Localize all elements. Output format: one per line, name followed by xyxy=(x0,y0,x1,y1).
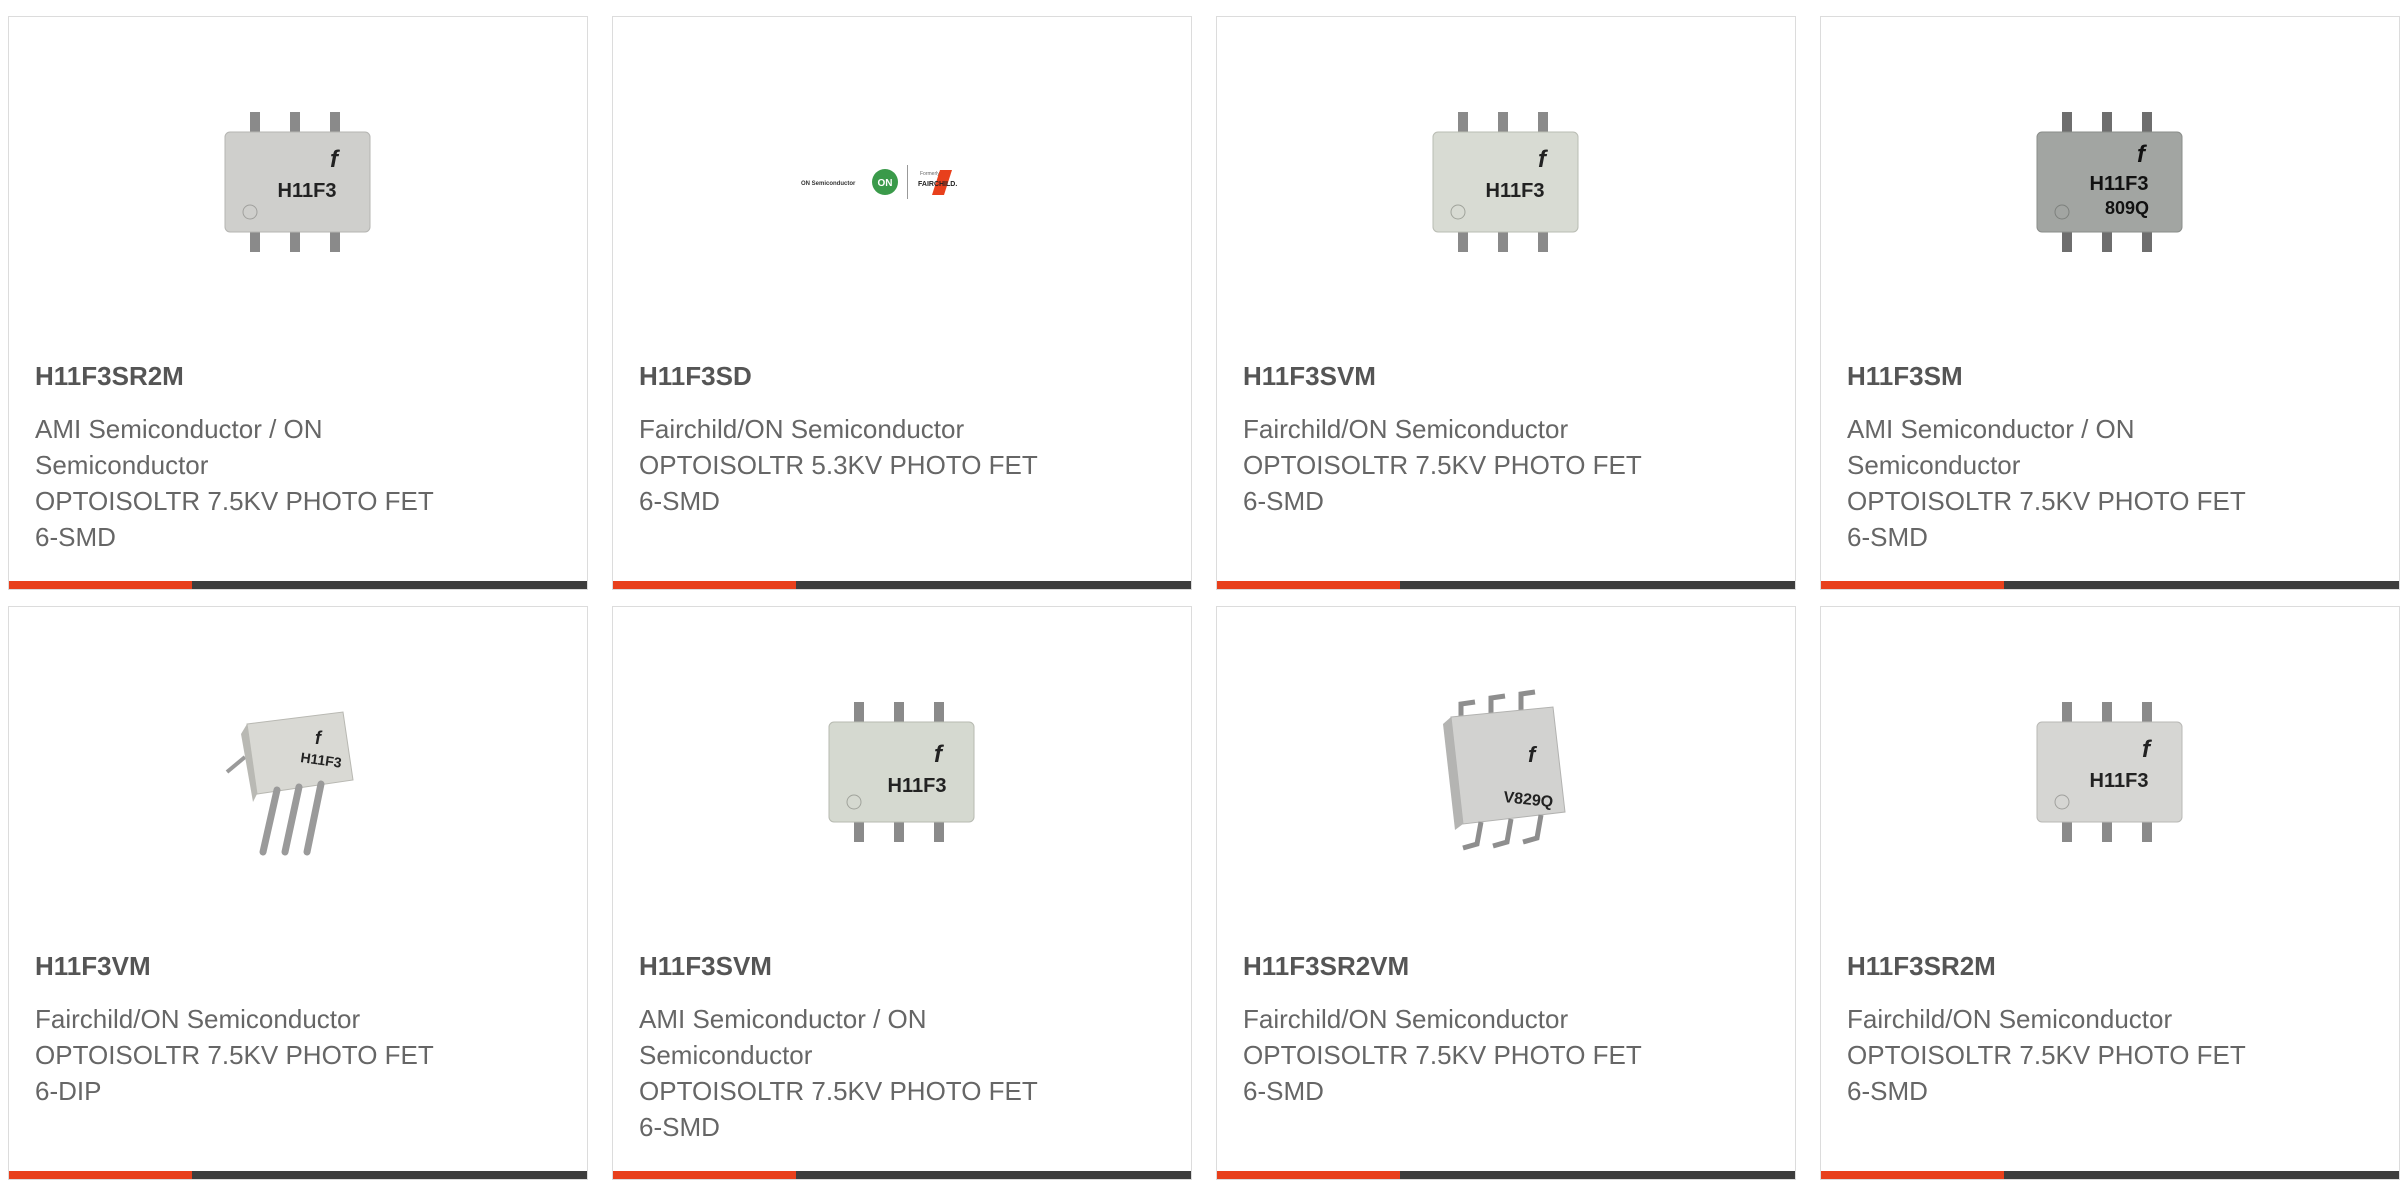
product-card[interactable]: f H11F3 H11F3SVM Fairchild/ON Semiconduc… xyxy=(1216,16,1796,590)
description: OPTOISOLTR 7.5KV PHOTO FET 6-SMD xyxy=(639,1076,1038,1142)
manufacturer: Fairchild/ON Semiconductor xyxy=(35,1004,361,1034)
svg-text:H11F3: H11F3 xyxy=(2090,770,2149,792)
chip-smd-icon: f H11F3 xyxy=(1432,112,1579,252)
svg-text:ON Semiconductor: ON Semiconductor xyxy=(801,181,856,187)
card-bottom-bar xyxy=(9,1171,587,1179)
manufacturer: Fairchild/ON Semiconductor xyxy=(1847,1004,2173,1034)
manufacturer: AMI Semiconductor / ON Semiconductor xyxy=(639,1004,927,1070)
part-number-link[interactable]: H11F3VM xyxy=(35,951,151,982)
product-image[interactable]: f H11F3 xyxy=(195,82,395,282)
svg-text:FAIRCHILD.: FAIRCHILD. xyxy=(918,181,957,188)
description: OPTOISOLTR 7.5KV PHOTO FET 6-SMD xyxy=(1847,486,2246,552)
card-bottom-bar xyxy=(1217,581,1795,589)
manufacturer: Fairchild/ON Semiconductor xyxy=(1243,1004,1569,1034)
product-card[interactable]: f H11F3 809Q H11F3SM AMI Semiconductor /… xyxy=(1820,16,2400,590)
description: OPTOISOLTR 7.5KV PHOTO FET 6-SMD xyxy=(1243,450,1642,516)
product-card[interactable]: f H11F3 H11F3VM Fairchild/ON Semiconduct… xyxy=(8,606,588,1180)
part-number-link[interactable]: H11F3SR2VM xyxy=(1243,951,1409,982)
card-bottom-bar xyxy=(1217,1171,1795,1179)
svg-text:H11F3: H11F3 xyxy=(888,775,947,797)
chip-smd-icon: f H11F3 xyxy=(828,702,975,842)
svg-text:ON: ON xyxy=(878,178,893,189)
manufacturer: Fairchild/ON Semiconductor xyxy=(1243,414,1569,444)
svg-text:H11F3: H11F3 xyxy=(1486,180,1545,202)
card-bottom-bar xyxy=(613,1171,1191,1179)
product-image[interactable]: ON Semiconductor ON Formerly FAIRCHILD. xyxy=(799,82,999,282)
card-bottom-bar xyxy=(1821,1171,2399,1179)
chip-smd-icon: f H11F3 xyxy=(2036,702,2183,842)
on-fairchild-logo: ON Semiconductor ON Formerly FAIRCHILD. xyxy=(801,165,957,199)
product-image[interactable]: f H11F3 xyxy=(195,672,395,872)
product-card[interactable]: ON Semiconductor ON Formerly FAIRCHILD. … xyxy=(612,16,1192,590)
chip-smd-icon: f H11F3 xyxy=(224,112,371,252)
description: OPTOISOLTR 7.5KV PHOTO FET 6-SMD xyxy=(1243,1040,1642,1106)
product-card[interactable]: f V829Q H11F3SR2VM Fairchild/ON Semicond… xyxy=(1216,606,1796,1180)
description: OPTOISOLTR 5.3KV PHOTO FET 6-SMD xyxy=(639,450,1038,516)
card-bottom-bar xyxy=(9,581,587,589)
part-number-link[interactable]: H11F3SVM xyxy=(1243,361,1376,392)
part-number-link[interactable]: H11F3SD xyxy=(639,361,752,392)
chip-smd-dark-icon: f H11F3 809Q xyxy=(2036,112,2183,252)
svg-text:Formerly: Formerly xyxy=(920,171,940,177)
product-card[interactable]: f H11F3 H11F3SVM AMI Semiconductor / ON … xyxy=(612,606,1192,1180)
chip-smd-angled-icon: f V829Q xyxy=(1443,689,1566,851)
svg-text:H11F3: H11F3 xyxy=(2090,173,2149,195)
product-image[interactable]: f H11F3 xyxy=(799,672,999,872)
product-image[interactable]: f H11F3 xyxy=(1403,82,1603,282)
part-number-link[interactable]: H11F3SR2M xyxy=(35,361,184,392)
product-image[interactable]: f H11F3 xyxy=(2007,672,2207,872)
card-bottom-bar xyxy=(613,581,1191,589)
product-image[interactable]: f V829Q xyxy=(1403,672,1603,872)
part-number-link[interactable]: H11F3SR2M xyxy=(1847,951,1996,982)
product-card[interactable]: f H11F3 H11F3SR2M AMI Semiconductor / ON… xyxy=(8,16,588,590)
manufacturer: AMI Semiconductor / ON Semiconductor xyxy=(1847,414,2135,480)
product-image[interactable]: f H11F3 809Q xyxy=(2007,82,2207,282)
description: OPTOISOLTR 7.5KV PHOTO FET 6-DIP xyxy=(35,1040,434,1106)
manufacturer: AMI Semiconductor / ON Semiconductor xyxy=(35,414,323,480)
description: OPTOISOLTR 7.5KV PHOTO FET 6-SMD xyxy=(1847,1040,2246,1106)
product-card[interactable]: f H11F3 H11F3SR2M Fairchild/ON Semicondu… xyxy=(1820,606,2400,1180)
manufacturer: Fairchild/ON Semiconductor xyxy=(639,414,965,444)
chip-dip-angled-icon: f H11F3 xyxy=(225,711,354,856)
svg-text:809Q: 809Q xyxy=(2105,198,2149,218)
card-bottom-bar xyxy=(1821,581,2399,589)
part-number-link[interactable]: H11F3SM xyxy=(1847,361,1963,392)
svg-text:H11F3: H11F3 xyxy=(278,180,337,202)
description: OPTOISOLTR 7.5KV PHOTO FET 6-SMD xyxy=(35,486,434,552)
product-grid: f H11F3 H11F3SR2M AMI Semiconductor / ON… xyxy=(8,16,2400,1180)
part-number-link[interactable]: H11F3SVM xyxy=(639,951,772,982)
